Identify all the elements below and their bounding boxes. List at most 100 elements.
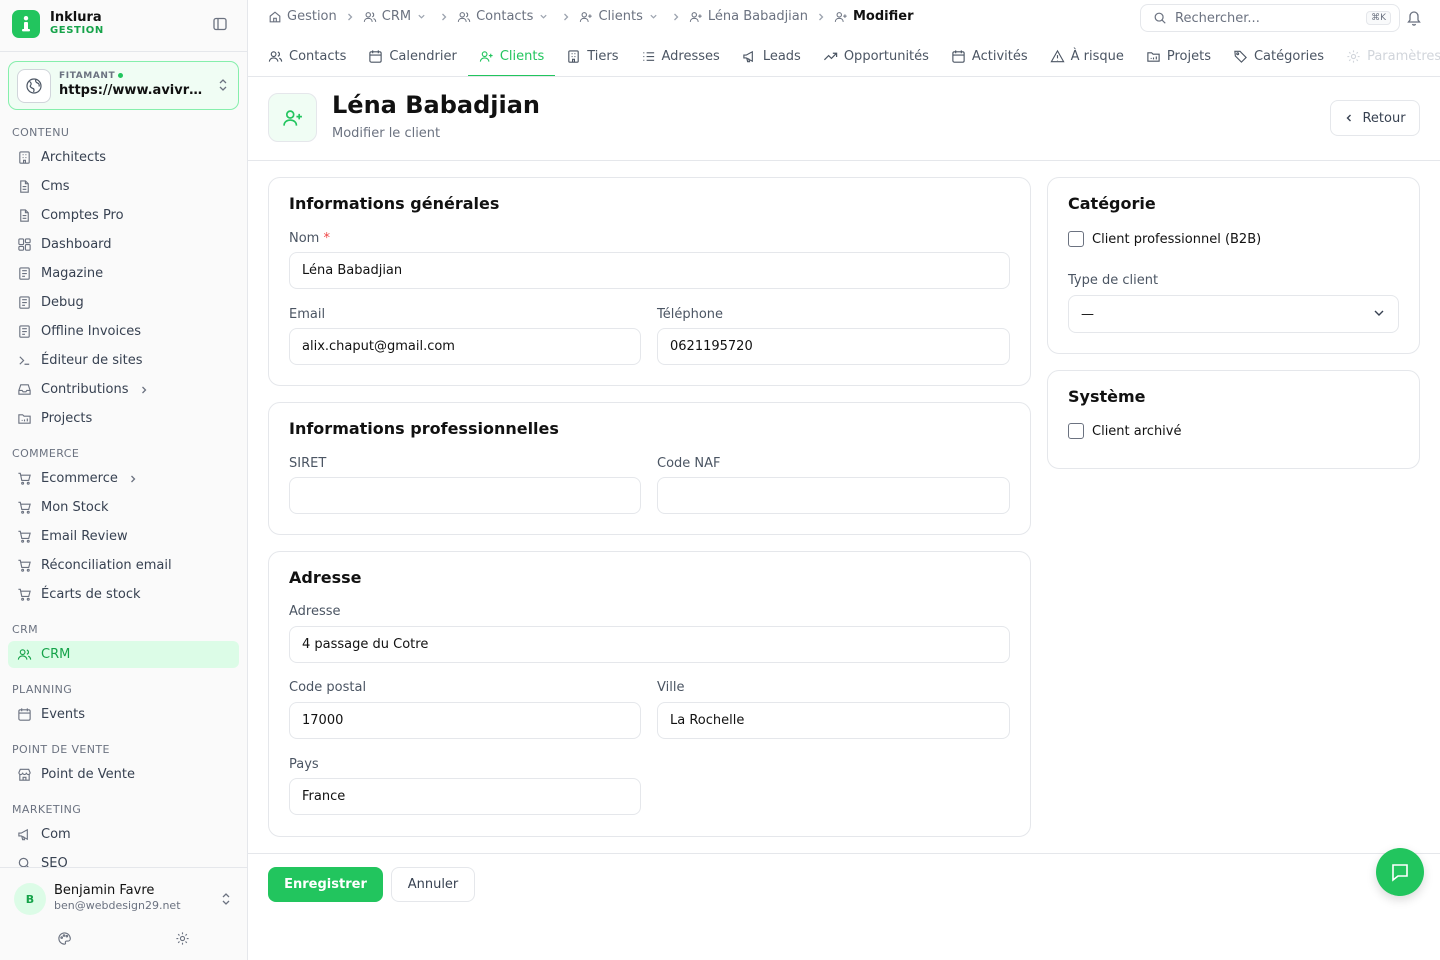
crm-tabs: Contacts Calendrier Clients Tiers Adress… (248, 35, 1440, 77)
name-input[interactable]: Léna Babadjian (289, 252, 1010, 289)
user-plus-icon (580, 11, 593, 22)
archived-checkbox-label: Client archivé (1092, 423, 1182, 439)
user-name: Benjamin Favre (54, 883, 155, 898)
section-contenu: CONTENU (12, 126, 70, 139)
sidebar-item-label: Éditeur de sites (41, 353, 143, 368)
tab-label: Clients (499, 48, 545, 64)
tab-calendrier[interactable]: Calendrier (357, 35, 467, 76)
tab-leads[interactable]: Leads (731, 35, 812, 76)
chevron-down-icon (418, 14, 425, 19)
sidebar-item-projects[interactable]: Projects (8, 405, 239, 432)
sidebar-item-label: Contributions (41, 382, 129, 397)
sidebar-item-ecarts-stock[interactable]: Écarts de stock (8, 581, 239, 608)
breadcrumb-crm[interactable]: CRM (363, 9, 431, 24)
archived-checkbox[interactable] (1068, 423, 1084, 439)
professional-info-card: Informations professionnelles SIRET Code… (268, 402, 1031, 535)
globe-icon (17, 69, 51, 103)
tab-tiers[interactable]: Tiers (555, 35, 629, 76)
tab-contacts[interactable]: Contacts (268, 35, 357, 76)
tag-icon (1234, 50, 1247, 63)
search-input[interactable]: Rechercher... ⌘K (1140, 4, 1400, 32)
sidebar-item-seo[interactable]: SEO (8, 850, 239, 868)
chevron-right-icon (564, 13, 569, 20)
breadcrumb-clients[interactable]: Clients (579, 9, 662, 24)
country-input[interactable]: France (289, 778, 641, 815)
client-type-select[interactable]: — (1068, 295, 1399, 333)
sidebar-toggle-icon[interactable] (212, 16, 228, 32)
sidebar-nav: CONTENU Architects Cms Comptes Pro Dashb… (0, 116, 247, 868)
site-url: https://www.avivre-immobilier.fr (59, 83, 209, 98)
card-title: Système (1068, 387, 1146, 406)
chevron-down-icon (650, 14, 657, 19)
address-input[interactable]: 4 passage du Cotre (289, 626, 1010, 663)
megaphone-icon (18, 828, 28, 841)
phone-input[interactable]: 0621195720 (657, 328, 1010, 365)
chevron-right-icon (673, 13, 679, 20)
sidebar-item-cms[interactable]: Cms (8, 173, 239, 200)
calendar-icon (369, 49, 383, 63)
sidebar-item-magazine[interactable]: Magazine (8, 260, 239, 287)
sidebar-item-reconciliation-email[interactable]: Réconciliation email (8, 552, 239, 579)
avatar[interactable]: B (14, 883, 46, 915)
breadcrumb-contacts[interactable]: Contacts (457, 9, 553, 24)
tab-opportunites[interactable]: Opportunités (812, 35, 940, 76)
b2b-checkbox[interactable] (1068, 231, 1084, 247)
tab-parametres[interactable]: Paramètres (1335, 35, 1440, 76)
sidebar-item-architects[interactable]: Architects (8, 144, 239, 171)
inbox-icon (18, 384, 31, 395)
tab-categories[interactable]: Catégories (1222, 35, 1335, 76)
sidebar-item-ecommerce[interactable]: Ecommerce (8, 465, 239, 492)
sidebar-item-label: Email Review (41, 529, 128, 544)
sidebar-item-label: Architects (41, 150, 107, 165)
sidebar-item-contributions[interactable]: Contributions (8, 376, 239, 403)
folder-icon (1147, 51, 1160, 62)
sidebar-item-label: Events (41, 707, 86, 722)
building-icon (568, 49, 579, 63)
save-button[interactable]: Enregistrer (268, 867, 383, 902)
card-title: Informations générales (289, 194, 500, 213)
palette-icon[interactable] (57, 931, 72, 946)
sidebar-item-point-de-vente[interactable]: Point de Vente (8, 761, 239, 788)
zip-input[interactable]: 17000 (289, 702, 641, 739)
sidebar-item-editeur-sites[interactable]: Éditeur de sites (8, 347, 239, 374)
settings-gear-icon[interactable] (175, 931, 190, 946)
city-input[interactable]: La Rochelle (657, 702, 1010, 739)
chat-button[interactable] (1376, 848, 1424, 896)
chevron-down-icon (1374, 310, 1384, 316)
sidebar-item-mon-stock[interactable]: Mon Stock (8, 494, 239, 521)
chevron-up-down-icon[interactable] (220, 892, 232, 906)
sidebar-item-email-review[interactable]: Email Review (8, 523, 239, 550)
sidebar-item-events[interactable]: Events (8, 701, 239, 728)
sidebar-item-com[interactable]: Com (8, 821, 239, 848)
tab-projets[interactable]: Projets (1135, 35, 1222, 76)
breadcrumb-client[interactable]: Léna Babadjian (689, 9, 808, 24)
tab-a-risque[interactable]: À risque (1039, 35, 1135, 76)
sidebar-item-offline-invoices[interactable]: Offline Invoices (8, 318, 239, 345)
siret-input[interactable] (289, 477, 641, 514)
tab-label: Catégories (1253, 48, 1325, 64)
tab-label: Tiers (587, 48, 619, 64)
tab-adresses[interactable]: Adresses (630, 35, 731, 76)
tab-clients[interactable]: Clients (467, 35, 556, 76)
email-input[interactable]: alix.chaput@gmail.com (289, 328, 641, 365)
chevron-left-icon (1346, 114, 1352, 122)
bell-icon[interactable] (1406, 9, 1422, 26)
breadcrumb-label: Modifier (853, 9, 914, 24)
naf-code-input[interactable] (657, 477, 1010, 514)
brand[interactable]: Inklura GESTION (12, 10, 104, 38)
sidebar-item-crm[interactable]: CRM (8, 641, 239, 668)
sidebar-item-comptes-pro[interactable]: Comptes Pro (8, 202, 239, 229)
breadcrumb-gestion[interactable]: Gestion (268, 9, 337, 24)
back-button[interactable]: Retour (1330, 100, 1420, 136)
b2b-checkbox-row[interactable]: Client professionnel (B2B) (1068, 231, 1261, 247)
section-point-de-vente: POINT DE VENTE (12, 743, 110, 756)
chevron-down-icon (540, 14, 548, 19)
calendar-icon (18, 708, 31, 721)
site-switcher[interactable]: FITAMANT https://www.avivre-immobilier.f… (8, 61, 239, 110)
tab-activites[interactable]: Activités (940, 35, 1039, 76)
sidebar-item-dashboard[interactable]: Dashboard (8, 231, 239, 258)
tab-label: Opportunités (843, 48, 929, 64)
sidebar-item-debug[interactable]: Debug (8, 289, 239, 316)
cancel-button[interactable]: Annuler (391, 867, 475, 902)
archived-checkbox-row[interactable]: Client archivé (1068, 423, 1181, 439)
